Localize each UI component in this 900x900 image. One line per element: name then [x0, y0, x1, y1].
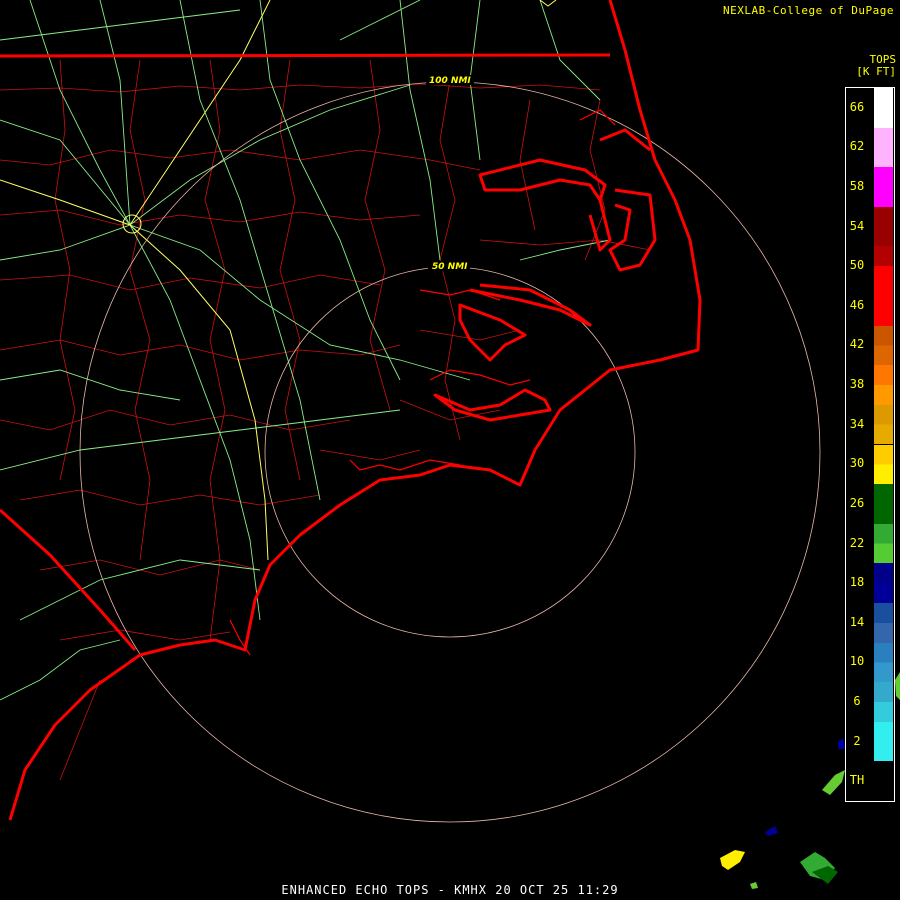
legend-swatch [874, 444, 893, 485]
legend-row: 34 [846, 404, 894, 445]
legend-row: 26 [846, 484, 894, 524]
legend-title: TOPS [K FT] [856, 54, 896, 78]
color-legend: 66 62 58 54 50 46 42 38 34 30 26 22 18 14 10 6 2 TH [845, 87, 895, 802]
legend-swatch [874, 286, 893, 326]
legend-swatch [874, 642, 893, 683]
legend-row: 22 [846, 523, 894, 564]
legend-label: 46 [849, 297, 865, 312]
product-footer: ENHANCED ECHO TOPS - KMHX 20 OCT 25 11:2… [281, 883, 619, 897]
legend-row: 2 [846, 721, 894, 762]
legend-swatch [874, 523, 893, 564]
legend-swatch [874, 761, 893, 801]
legend-row: 54 [846, 206, 894, 247]
ring-label-50: 50 NMI [432, 262, 468, 272]
legend-swatch [874, 563, 893, 603]
legend-swatch [874, 484, 893, 524]
legend-label: 58 [849, 179, 865, 194]
legend-row: 58 [846, 167, 894, 207]
legend-swatch [874, 682, 893, 722]
legend-label: 50 [849, 258, 865, 273]
legend-label: 10 [849, 654, 865, 669]
legend-swatch [874, 127, 893, 168]
legend-swatch [874, 88, 893, 128]
legend-swatch [874, 206, 893, 247]
legend-swatch [874, 365, 893, 405]
legend-swatch [874, 246, 893, 287]
ring-50nmi [264, 266, 636, 638]
legend-title-line2: [K FT] [856, 65, 896, 78]
legend-label: 30 [849, 456, 865, 471]
legend-label: 14 [849, 614, 865, 629]
legend-label: 42 [849, 337, 865, 352]
attribution: NEXLAB-College of DuPage [723, 4, 894, 17]
legend-row: 30 [846, 444, 894, 485]
legend-label: 66 [849, 99, 865, 114]
legend-row: 38 [846, 365, 894, 405]
legend-row: 10 [846, 642, 894, 683]
legend-row: TH [846, 761, 894, 801]
legend-label: 26 [849, 495, 865, 510]
legend-row: 50 [846, 246, 894, 287]
legend-row: 66 [846, 88, 894, 128]
legend-swatch [874, 404, 893, 445]
range-rings [79, 81, 821, 823]
legend-row: 46 [846, 286, 894, 326]
legend-label: 54 [849, 218, 865, 233]
legend-row: 14 [846, 602, 894, 643]
radar-map: 50 NMI 100 NMI [0, 0, 900, 889]
legend-label: 6 [853, 693, 861, 708]
legend-row: 18 [846, 563, 894, 603]
legend-swatch [874, 325, 893, 366]
legend-swatch [874, 721, 893, 762]
legend-label: 22 [849, 535, 865, 550]
legend-row: 6 [846, 682, 894, 722]
highway-lines [0, 0, 611, 701]
legend-row: 62 [846, 127, 894, 168]
coastline [8, 0, 702, 821]
legend-swatch [874, 167, 893, 207]
legend-swatch [874, 602, 893, 643]
legend-label: 2 [853, 733, 861, 748]
legend-label: 18 [849, 575, 865, 590]
sound-shorelines [229, 109, 616, 656]
legend-row: 42 [846, 325, 894, 366]
legend-label: TH [849, 773, 865, 788]
ring-label-100: 100 NMI [429, 76, 471, 86]
legend-label: 38 [849, 377, 865, 392]
legend-label: 34 [849, 416, 865, 431]
ring-100nmi [79, 81, 821, 823]
state-borders [0, 53, 611, 651]
legend-label: 62 [849, 139, 865, 154]
